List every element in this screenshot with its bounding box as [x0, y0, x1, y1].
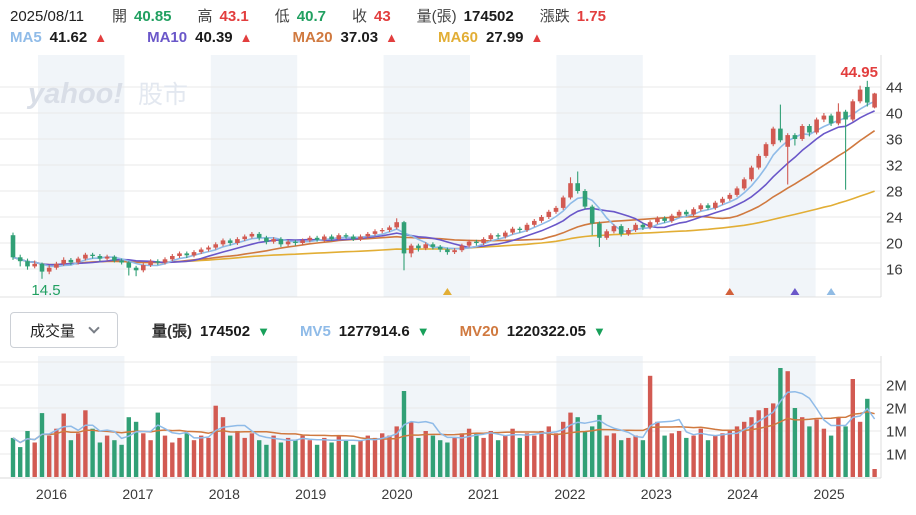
- quote-field-change: 漲跌 1.75: [539, 8, 606, 25]
- stock-chart-page: 2025/08/11 開 40.85 高 43.1 低 40.7 收 43 量(…: [0, 0, 916, 515]
- down-triangle-icon: ▼: [593, 323, 606, 339]
- high-annotation: 44.95: [840, 64, 878, 81]
- up-triangle-icon: ▲: [530, 30, 544, 45]
- volume-chart-canvas[interactable]: 1M 1M 2M 2M: [0, 356, 916, 482]
- year-label: 2017: [122, 486, 154, 502]
- up-triangle-icon: ▲: [385, 30, 398, 45]
- svg-text:1M: 1M: [886, 424, 907, 441]
- year-label: 2020: [381, 486, 413, 502]
- quote-bar: 2025/08/11 開 40.85 高 43.1 低 40.7 收 43 量(…: [10, 5, 632, 26]
- svg-text:24: 24: [886, 210, 903, 227]
- year-label: 2024: [727, 486, 759, 502]
- svg-text:股市: 股市: [138, 81, 188, 109]
- ma-legend: MA5 41.62 ▲ MA10 40.39 ▲ MA20 37.03 ▲ MA…: [10, 29, 583, 46]
- year-label: 2023: [640, 486, 672, 502]
- svg-text:20: 20: [886, 236, 903, 253]
- down-triangle-icon: ▼: [416, 323, 430, 339]
- volume-legend: 量(張) 174502 ▼ MV5 1277914.6 ▼ MV20 12203…: [152, 320, 636, 341]
- up-triangle-icon: ▲: [239, 30, 253, 45]
- year-label: 2021: [467, 486, 500, 502]
- volume-axis-labels: 1M 1M 2M 2M: [886, 378, 907, 464]
- svg-text:2M: 2M: [886, 378, 907, 395]
- mv20-legend-item: MV20 1220322.05 ▼: [459, 322, 606, 340]
- svg-text:1M: 1M: [886, 447, 907, 464]
- up-triangle-icon: ▲: [94, 30, 108, 45]
- year-label: 2018: [208, 486, 240, 502]
- down-triangle-icon: ▼: [257, 323, 270, 339]
- price-axis-labels: 16 20 24 28 32 36 40 44: [886, 80, 903, 279]
- quote-field-close: 收 43: [351, 8, 391, 25]
- x-axis-year-labels: 2016 2017 2018 2019 2020 2021 2022 2023 2024 2025: [0, 486, 916, 506]
- svg-text:40: 40: [886, 106, 903, 123]
- quote-field-high: 高 43.1: [197, 8, 249, 25]
- year-label: 2019: [295, 486, 327, 502]
- volume-legend-item: 量(張) 174502 ▼: [152, 322, 270, 340]
- volume-controls: 成交量 量(張) 174502 ▼ MV5 1277914.6 ▼ MV20 1…: [10, 312, 636, 348]
- svg-text:32: 32: [886, 158, 903, 175]
- svg-text:44: 44: [886, 80, 903, 97]
- svg-text:16: 16: [886, 262, 903, 279]
- chevron-down-icon: [88, 322, 100, 334]
- quote-field-volume: 量(張) 174502: [416, 8, 514, 25]
- low-annotation: 14.5: [31, 282, 60, 299]
- watermark: yahoo!: [26, 78, 123, 110]
- quote-field-low: 低 40.7: [274, 8, 326, 25]
- ma60-legend-item: MA60 27.99 ▲: [437, 29, 544, 46]
- year-label: 2025: [813, 486, 845, 502]
- volume-metric-dropdown[interactable]: 成交量: [10, 312, 118, 348]
- price-chart-canvas[interactable]: yahoo! 股市 16 20 24 28 32 36 40 44 44.95 14.5: [0, 55, 916, 305]
- ma5-legend-item: MA5 41.62 ▲: [10, 29, 108, 46]
- year-label: 2016: [35, 486, 68, 502]
- volume-metric-selected: 成交量: [29, 322, 75, 340]
- mv5-legend-item: MV5 1277914.6 ▼: [299, 322, 430, 340]
- year-label: 2022: [554, 486, 586, 502]
- svg-text:28: 28: [886, 184, 903, 201]
- quote-date: 2025/08/11: [10, 8, 84, 25]
- svg-text:36: 36: [886, 132, 903, 149]
- ma10-legend-item: MA10 40.39 ▲: [147, 29, 253, 46]
- ma20-legend-item: MA20 37.03 ▲: [292, 29, 398, 46]
- svg-text:2M: 2M: [886, 401, 907, 418]
- quote-field-open: 開 40.85: [111, 8, 172, 25]
